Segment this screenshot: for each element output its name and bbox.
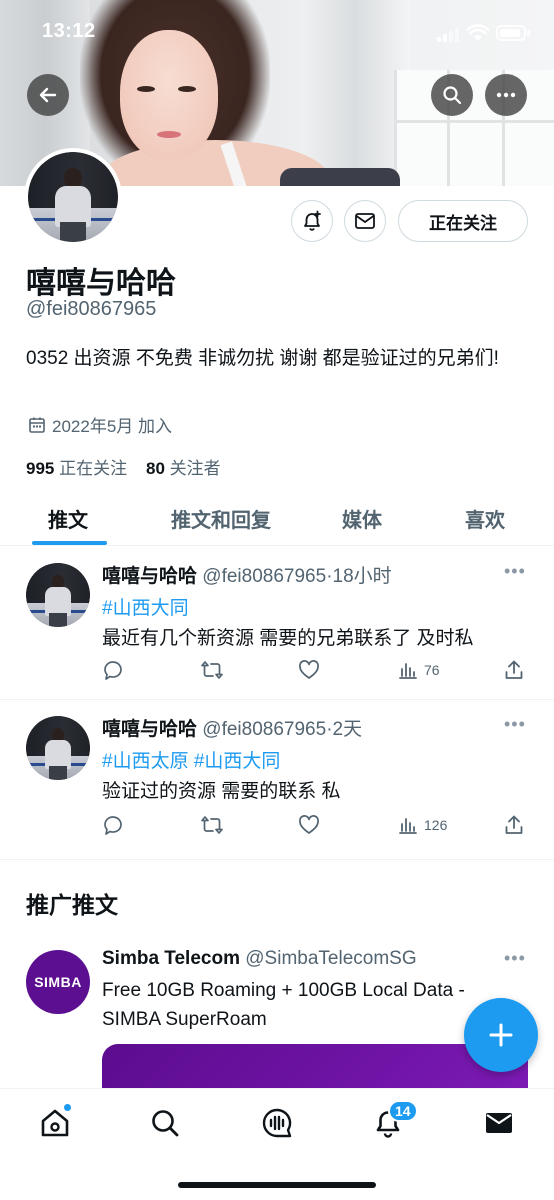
reply-button[interactable] (102, 812, 124, 838)
arrow-left-icon (39, 87, 57, 103)
tweet-more-icon[interactable]: ••• (504, 561, 526, 582)
views-button[interactable]: 76 (398, 657, 440, 683)
follow-counts: 995 正在关注 80 关注者 (26, 454, 221, 479)
more-horizontal-icon (496, 92, 516, 98)
share-icon (505, 815, 523, 834)
calendar-icon (29, 417, 45, 433)
tweet-hashtags[interactable]: #山西大同 (102, 593, 189, 620)
cellular-signal-icon (437, 28, 459, 42)
spaces-microphone-icon (262, 1108, 292, 1138)
profile-avatar[interactable] (24, 148, 122, 246)
promoted-text: Free 10GB Roaming + 100GB Local Data - S… (102, 980, 465, 1030)
plus-icon (489, 1023, 513, 1047)
battery-icon (496, 25, 530, 41)
joined-text: 2022年5月 加入 (52, 417, 172, 436)
compose-tweet-button[interactable] (464, 998, 538, 1072)
notifications-subscribe-button[interactable] (291, 200, 333, 242)
share-button[interactable] (504, 657, 524, 683)
tweet-author-handle: @fei80867965 (202, 719, 327, 740)
envelope-icon (486, 1113, 512, 1133)
search-icon (443, 86, 462, 105)
share-button[interactable] (504, 812, 524, 838)
search-icon (152, 1110, 179, 1137)
envelope-icon (355, 213, 375, 229)
retweet-icon (201, 661, 223, 679)
home-unread-dot (63, 1103, 72, 1112)
status-time: 13:12 (42, 20, 96, 42)
views-button[interactable]: 126 (398, 812, 447, 838)
tweet-avatar[interactable] (26, 716, 90, 780)
message-button[interactable] (344, 200, 386, 242)
home-indicator (178, 1182, 376, 1188)
nav-notifications[interactable]: 14 (370, 1100, 418, 1141)
views-count: 76 (424, 662, 440, 678)
profile-tabs: 推文 推文和回复 媒体 喜欢 (0, 492, 554, 546)
views-chart-icon (399, 663, 417, 679)
tweet-actions: 76 (100, 657, 530, 683)
advertiser-handle: @SimbaTelecomSG (245, 948, 417, 969)
promoted-more-icon[interactable]: ••• (504, 948, 526, 969)
retweet-button[interactable] (200, 812, 224, 838)
search-button[interactable] (431, 74, 473, 116)
reply-icon (104, 661, 122, 680)
profile-name: 嘻嘻与哈哈 (26, 267, 176, 300)
tweet-header: 嘻嘻与哈哈 @fei80867965·18小时 (102, 561, 392, 588)
tweet-text: 验证过的资源 需要的联系 私 (102, 781, 341, 802)
status-bar: 13:12 (0, 0, 554, 60)
tab-tweets-and-replies[interactable]: 推文和回复 (171, 504, 271, 533)
like-button[interactable] (298, 812, 320, 838)
tab-likes[interactable]: 喜欢 (465, 504, 505, 533)
wifi-icon (467, 24, 489, 41)
tweet-header: 嘻嘻与哈哈 @fei80867965·2天 (102, 714, 362, 741)
tweet-text: 最近有几个新资源 需要的兄弟联系了 及时私 (102, 628, 474, 649)
promoted-section-title: 推广推文 (26, 892, 118, 918)
retweet-icon (201, 816, 223, 834)
following-button[interactable]: 正在关注 (398, 200, 528, 242)
retweet-button[interactable] (200, 657, 224, 683)
tweet-author-name[interactable]: 嘻嘻与哈哈 (102, 566, 197, 587)
profile-bio: 0352 出资源 不免费 非诚勿扰 谢谢 都是验证过的兄弟们! (26, 348, 499, 369)
tab-media[interactable]: 媒体 (342, 504, 382, 533)
tweet-hashtags[interactable]: #山西太原 #山西大同 (102, 746, 280, 773)
tweet-author-handle: @fei80867965 (202, 566, 327, 587)
notifications-badge: 14 (388, 1100, 418, 1122)
joined-date: 2022年5月 加入 (28, 412, 172, 437)
views-count: 126 (424, 817, 448, 833)
promoted-header: Simba Telecom @SimbaTelecomSG (102, 948, 417, 970)
tweet-time: ·2天 (326, 719, 363, 740)
views-chart-icon (399, 818, 417, 834)
tweet-avatar[interactable] (26, 563, 90, 627)
nav-explore[interactable] (147, 1105, 183, 1141)
tweet-time: ·18小时 (326, 566, 392, 587)
bell-plus-icon (304, 210, 321, 231)
advertiser-logo[interactable]: SIMBA (26, 950, 90, 1014)
tweet-item[interactable]: 嘻嘻与哈哈 @fei80867965·2天 ••• #山西太原 #山西大同 验证… (0, 700, 554, 860)
nav-messages[interactable] (481, 1105, 517, 1141)
heart-icon (299, 815, 319, 834)
active-tab-indicator (32, 541, 107, 545)
tab-tweets[interactable]: 推文 (48, 504, 88, 533)
heart-icon (299, 660, 319, 679)
nav-spaces[interactable] (259, 1105, 295, 1141)
tweet-author-name[interactable]: 嘻嘻与哈哈 (102, 719, 197, 740)
profile-handle: @fei80867965 (26, 298, 157, 320)
back-button[interactable] (27, 74, 69, 116)
reply-icon (104, 816, 122, 835)
tweet-more-icon[interactable]: ••• (504, 714, 526, 735)
following-link[interactable]: 995 正在关注 (26, 459, 127, 478)
like-button[interactable] (298, 657, 320, 683)
nav-home[interactable] (37, 1103, 73, 1141)
tweet-item[interactable]: 嘻嘻与哈哈 @fei80867965·18小时 ••• #山西大同 最近有几个新… (0, 547, 554, 700)
more-options-button[interactable] (485, 74, 527, 116)
followers-link[interactable]: 80 关注者 (146, 459, 221, 478)
advertiser-name[interactable]: Simba Telecom (102, 948, 240, 969)
share-icon (505, 660, 523, 679)
tweet-actions: 126 (100, 812, 530, 838)
reply-button[interactable] (102, 657, 124, 683)
